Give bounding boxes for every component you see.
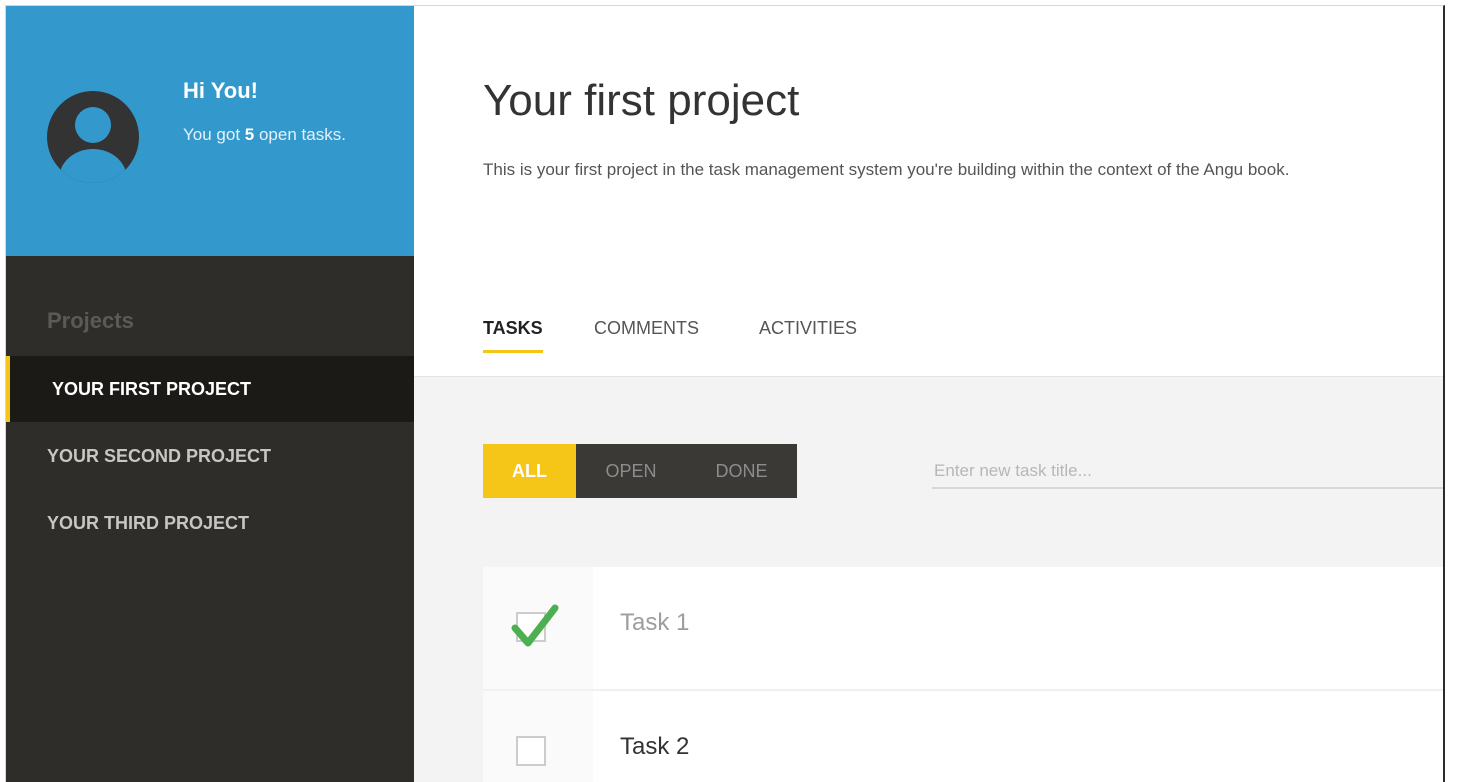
task-check-cell bbox=[483, 567, 593, 689]
filter-done-button[interactable]: DONE bbox=[686, 444, 797, 498]
projects-heading: Projects bbox=[47, 308, 134, 333]
task-row: Task 2 bbox=[483, 691, 1443, 782]
tab-activities[interactable]: ACTIVITIES bbox=[759, 318, 857, 353]
filter-open-button[interactable]: OPEN bbox=[576, 444, 686, 498]
task-title: Task 1 bbox=[620, 609, 690, 636]
task-row: Task 1 bbox=[483, 567, 1443, 691]
task-title: Task 2 bbox=[620, 733, 690, 760]
main-content: Your first project This is your first pr… bbox=[414, 6, 1443, 782]
app-window: Hi You! You got 5 open tasks. Projects Y… bbox=[5, 5, 1445, 782]
sidebar-item-first-project[interactable]: YOUR FIRST PROJECT bbox=[6, 356, 414, 422]
filter-all-button[interactable]: ALL bbox=[483, 444, 576, 498]
open-tasks-summary: You got 5 open tasks. bbox=[183, 125, 346, 144]
project-description: This is your first project in the task m… bbox=[483, 160, 1290, 179]
tab-comments[interactable]: COMMENTS bbox=[594, 318, 699, 353]
tab-tasks[interactable]: TASKS bbox=[483, 318, 543, 353]
sidebar-item-second-project[interactable]: YOUR SECOND PROJECT bbox=[6, 423, 414, 489]
user-area: Hi You! You got 5 open tasks. bbox=[6, 6, 414, 256]
open-tasks-count: 5 bbox=[244, 125, 255, 144]
task-check-cell bbox=[483, 691, 593, 782]
user-greeting: Hi You! bbox=[183, 78, 258, 103]
task-checkbox[interactable] bbox=[516, 736, 546, 766]
tasks-panel: ALL OPEN DONE Task 1 bbox=[414, 376, 1443, 782]
sidebar: Hi You! You got 5 open tasks. Projects Y… bbox=[6, 6, 414, 782]
task-filter-group: ALL OPEN DONE bbox=[483, 444, 797, 498]
page-title: Your first project bbox=[483, 76, 800, 125]
new-task-input[interactable] bbox=[932, 455, 1443, 489]
user-avatar-icon bbox=[47, 91, 139, 183]
task-list: Task 1 Task 2 bbox=[483, 567, 1443, 782]
sidebar-item-third-project[interactable]: YOUR THIRD PROJECT bbox=[6, 490, 414, 556]
check-mark-icon bbox=[511, 604, 559, 647]
